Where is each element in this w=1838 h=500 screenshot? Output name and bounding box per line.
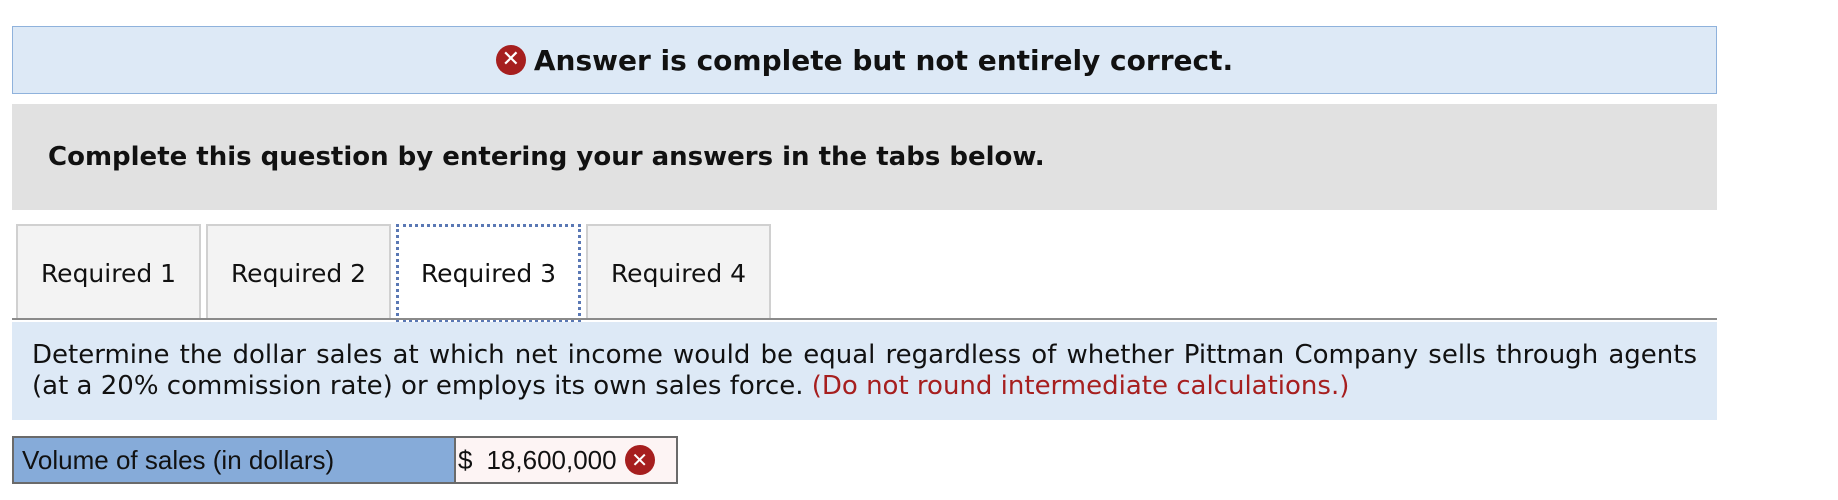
- incorrect-x-icon: ✕: [624, 445, 655, 475]
- answer-row: Volume of sales (in dollars) $ 18,600,00…: [12, 436, 678, 484]
- tab-required-1[interactable]: Required 1: [16, 224, 201, 320]
- answer-input[interactable]: $ 18,600,000 ✕: [456, 436, 678, 484]
- question-note: (Do not round intermediate calculations.…: [811, 371, 1350, 401]
- feedback-message: Answer is complete but not entirely corr…: [533, 43, 1234, 77]
- currency-symbol: $: [458, 444, 473, 475]
- answer-value: 18,600,000: [486, 444, 617, 475]
- x-circle-icon: ✕: [495, 45, 526, 75]
- feedback-banner: ✕ Answer is complete but not entirely co…: [12, 26, 1717, 94]
- tab-divider: [12, 318, 1717, 320]
- page: ✕ Answer is complete but not entirely co…: [0, 0, 1838, 500]
- tab-required-2[interactable]: Required 2: [206, 224, 391, 320]
- instruction-bar: Complete this question by entering your …: [12, 104, 1717, 210]
- question-box: Determine the dollar sales at which net …: [12, 322, 1717, 420]
- instruction-text: Complete this question by entering your …: [48, 142, 1045, 172]
- tab-required-3[interactable]: Required 3: [396, 224, 581, 322]
- tab-required-4[interactable]: Required 4: [586, 224, 771, 320]
- tab-list: Required 1 Required 2 Required 3 Require…: [16, 224, 776, 322]
- answer-label: Volume of sales (in dollars): [12, 436, 456, 484]
